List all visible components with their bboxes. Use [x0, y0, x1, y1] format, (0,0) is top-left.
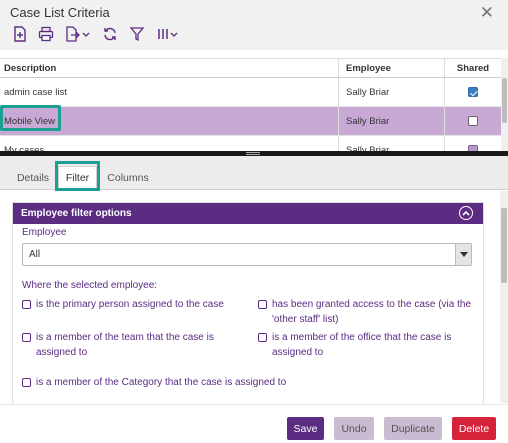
- row-description: Mobile View: [4, 115, 56, 127]
- option-office-member[interactable]: is a member of the office that the case …: [258, 330, 483, 360]
- row-description: My cases: [4, 144, 45, 152]
- where-label: Where the selected employee:: [22, 280, 158, 291]
- employee-filter-panel: Employee filter options Employee All Whe…: [12, 202, 484, 403]
- table-row[interactable]: Mobile View Sally Briar: [0, 107, 501, 136]
- panel-title: Employee filter options: [21, 208, 132, 219]
- option-category-member[interactable]: is a member of the Category that the cas…: [22, 375, 422, 390]
- duplicate-button[interactable]: Duplicate: [384, 417, 442, 440]
- option-label: is a member of the team that the case is…: [36, 332, 214, 358]
- dialog-header: Case List Criteria ✕: [0, 0, 508, 50]
- option-primary-person[interactable]: is the primary person assigned to the ca…: [22, 297, 252, 312]
- column-header-shared[interactable]: Shared: [444, 59, 501, 77]
- option-label: has been granted access to the case (via…: [272, 299, 472, 325]
- filter-content: Employee filter options Employee All Whe…: [0, 191, 500, 403]
- row-employee: Sally Briar: [338, 107, 444, 135]
- tab-columns[interactable]: Columns: [100, 166, 156, 190]
- table-row[interactable]: My cases Sally Briar: [0, 136, 501, 151]
- option-granted-access[interactable]: has been granted access to the case (via…: [258, 297, 483, 327]
- undo-button[interactable]: Undo: [334, 417, 374, 440]
- tab-bar: Details Filter Columns: [0, 156, 508, 190]
- case-list-grid: Description Employee Shared admin case l…: [0, 58, 501, 151]
- new-document-icon[interactable]: [13, 24, 27, 44]
- save-button[interactable]: Save: [287, 417, 324, 440]
- delete-button[interactable]: Delete: [452, 417, 496, 440]
- column-header-description[interactable]: Description: [0, 59, 338, 77]
- table-row[interactable]: admin case list Sally Briar: [0, 78, 501, 107]
- grid-scrollbar-thumb[interactable]: [502, 78, 507, 123]
- export-icon[interactable]: [65, 24, 91, 44]
- content-scrollbar[interactable]: [500, 191, 508, 403]
- option-label: is the primary person assigned to the ca…: [36, 299, 224, 310]
- toolbar: [13, 24, 191, 44]
- column-header-employee[interactable]: Employee: [338, 59, 444, 77]
- shared-checkbox[interactable]: [468, 87, 478, 97]
- refresh-icon[interactable]: [102, 24, 118, 44]
- row-employee: Sally Briar: [338, 78, 444, 106]
- tab-details[interactable]: Details: [10, 166, 56, 190]
- tab-filter[interactable]: Filter: [58, 166, 97, 190]
- option-team-member[interactable]: is a member of the team that the case is…: [22, 330, 252, 360]
- option-label: is a member of the office that the case …: [272, 332, 452, 358]
- employee-label: Employee: [22, 227, 67, 238]
- employee-select-value: All: [29, 249, 41, 260]
- checkbox[interactable]: [258, 333, 267, 342]
- print-icon[interactable]: [38, 24, 54, 44]
- shared-checkbox[interactable]: [468, 116, 478, 126]
- checkbox[interactable]: [258, 300, 267, 309]
- checkbox[interactable]: [22, 333, 31, 342]
- grid-header: Description Employee Shared: [0, 59, 501, 78]
- close-icon[interactable]: ✕: [480, 3, 494, 23]
- panel-header[interactable]: Employee filter options: [13, 203, 483, 224]
- splitter-grip-icon[interactable]: [246, 152, 260, 155]
- filter-icon[interactable]: [129, 24, 145, 44]
- grid-scrollbar[interactable]: [501, 58, 508, 151]
- caret-down-icon[interactable]: [455, 244, 471, 265]
- columns-icon[interactable]: [156, 24, 180, 44]
- option-label: is a member of the Category that the cas…: [36, 377, 287, 388]
- row-employee: Sally Briar: [338, 136, 444, 151]
- checkbox[interactable]: [22, 378, 31, 387]
- checkbox[interactable]: [22, 300, 31, 309]
- content-scrollbar-thumb[interactable]: [501, 208, 507, 283]
- employee-select[interactable]: All: [22, 243, 472, 266]
- chevron-up-icon[interactable]: [459, 206, 473, 220]
- dialog-title: Case List Criteria: [10, 5, 110, 20]
- dialog-footer: Save Undo Duplicate Delete: [0, 404, 508, 443]
- row-description: admin case list: [4, 86, 67, 98]
